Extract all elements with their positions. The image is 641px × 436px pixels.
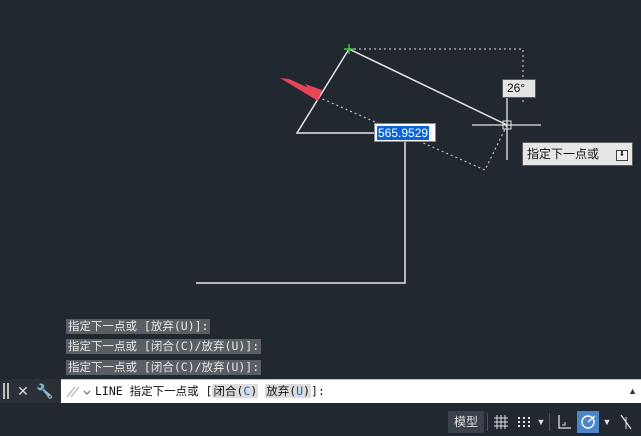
- polyline-segment[interactable]: [196, 48, 406, 284]
- command-bar: ✕ 🔧 LINE 指定下一点或 [闭合(C) 放弃(U)]: ▲: [0, 379, 641, 403]
- command-line-text: LINE 指定下一点或 [闭合(C) 放弃(U)]:: [95, 384, 325, 399]
- ortho-icon[interactable]: [553, 411, 575, 433]
- snap-marker: [344, 44, 354, 54]
- history-line: 指定下一点或 [闭合(C)/放弃(U)]:: [66, 360, 262, 375]
- scroll-up-icon[interactable]: ▲: [628, 386, 637, 396]
- grid-icon[interactable]: [490, 411, 512, 433]
- dynamic-length-input[interactable]: 565.9529: [374, 123, 436, 142]
- tracking-dotted-box: [349, 48, 524, 102]
- grip-handle-icon[interactable]: [3, 383, 9, 399]
- command-line-input[interactable]: LINE 指定下一点或 [闭合(C) 放弃(U)]: ▲: [61, 379, 641, 403]
- status-bar: 模型 ▼ ▼: [0, 405, 641, 436]
- history-line: 指定下一点或 [闭合(C)/放弃(U)]:: [66, 339, 262, 354]
- history-line: 指定下一点或 [放弃(U)]:: [66, 319, 211, 334]
- rubber-band-line: [348, 48, 508, 126]
- chevron-down-icon[interactable]: ▼: [535, 411, 547, 433]
- angle-tooltip: 26°: [502, 79, 536, 98]
- divider: [549, 413, 550, 431]
- model-tab[interactable]: 模型: [448, 411, 484, 433]
- command-prefix: LINE 指定下一点或 [: [95, 384, 213, 398]
- arrow-icon: [280, 78, 322, 101]
- prompt-tooltip-text: 指定下一点或: [527, 147, 600, 161]
- divider: [487, 413, 488, 431]
- isodraft-icon[interactable]: [615, 411, 637, 433]
- polar-tracking-icon[interactable]: [577, 411, 599, 433]
- close-icon[interactable]: ✕: [14, 382, 32, 400]
- wrench-icon[interactable]: 🔧: [36, 382, 54, 400]
- option-close[interactable]: 闭合(C): [212, 384, 259, 398]
- chevron-down-icon[interactable]: ▼: [601, 411, 613, 433]
- command-suffix: ]:: [311, 384, 325, 398]
- snap-grid-icon[interactable]: [513, 411, 535, 433]
- dynamic-length-value: 565.9529: [377, 126, 430, 140]
- dynamic-prompt-tooltip: 指定下一点或 ⬇: [522, 142, 633, 166]
- command-prompt-icon[interactable]: [65, 385, 91, 399]
- option-undo[interactable]: 放弃(U): [265, 384, 312, 398]
- download-arrow-icon[interactable]: ⬇: [616, 150, 628, 161]
